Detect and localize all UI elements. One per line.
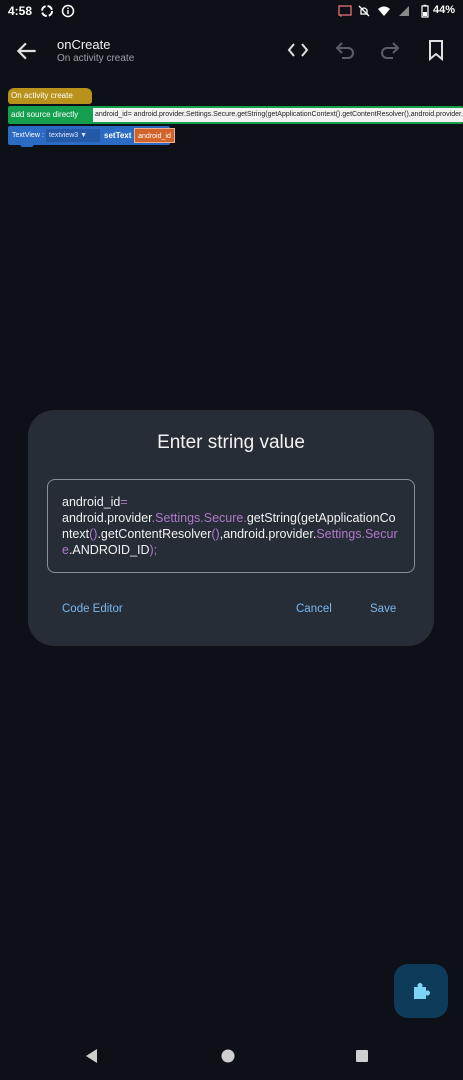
- save-button[interactable]: Save: [370, 603, 396, 615]
- mute-icon: [358, 5, 370, 17]
- bookmark-icon[interactable]: [424, 38, 448, 62]
- battery-percent: 44%: [432, 4, 455, 16]
- cast-icon: [338, 5, 352, 18]
- cancel-button[interactable]: Cancel: [296, 603, 332, 615]
- dropdown-arrow-icon: ▼: [80, 132, 88, 139]
- sync-icon: [41, 5, 53, 17]
- back-arrow-icon[interactable]: [14, 38, 40, 64]
- code-editor-button[interactable]: Code Editor: [62, 603, 123, 615]
- string-value-input[interactable]: android_id= android.provider.Settings.Sec…: [47, 479, 415, 573]
- status-time: 4:58: [8, 4, 33, 18]
- variable-block[interactable]: android_id: [134, 128, 175, 143]
- page-title: onCreate: [57, 37, 111, 52]
- redo-icon[interactable]: [378, 38, 402, 62]
- signal-icon: [399, 6, 409, 16]
- status-bar: 4:58 44%: [0, 0, 463, 24]
- info-icon: [61, 4, 75, 18]
- add-source-label: add source directly: [11, 110, 79, 119]
- dialog-title: Enter string value: [157, 432, 305, 453]
- add-block-fab[interactable]: [394, 964, 448, 1018]
- textview-dropdown[interactable]: textview3 ▼: [46, 129, 100, 142]
- nav-back-icon[interactable]: [82, 1046, 102, 1066]
- source-code-field[interactable]: android_id= android.provider.Settings.Se…: [93, 108, 463, 122]
- string-value-dialog: Enter string value android_id= android.pr…: [28, 410, 434, 646]
- puzzle-piece-icon: [414, 983, 430, 999]
- block-connector: [20, 143, 34, 147]
- event-block-label: On activity create: [11, 91, 73, 100]
- page-subtitle: On activity create: [57, 53, 135, 64]
- undo-icon[interactable]: [333, 38, 357, 62]
- settext-method-label: setText: [104, 131, 132, 140]
- battery-icon: [421, 4, 429, 18]
- nav-home-icon[interactable]: [218, 1046, 238, 1066]
- nav-recents-icon[interactable]: [352, 1046, 372, 1066]
- event-block[interactable]: On activity create: [8, 88, 92, 104]
- textview-dropdown-value: textview3: [49, 132, 79, 139]
- wifi-icon: [378, 6, 390, 16]
- add-source-block[interactable]: add source directly android_id= android.…: [8, 106, 463, 124]
- code-view-icon[interactable]: [286, 38, 310, 62]
- app-bar: onCreate On activity create: [0, 24, 463, 76]
